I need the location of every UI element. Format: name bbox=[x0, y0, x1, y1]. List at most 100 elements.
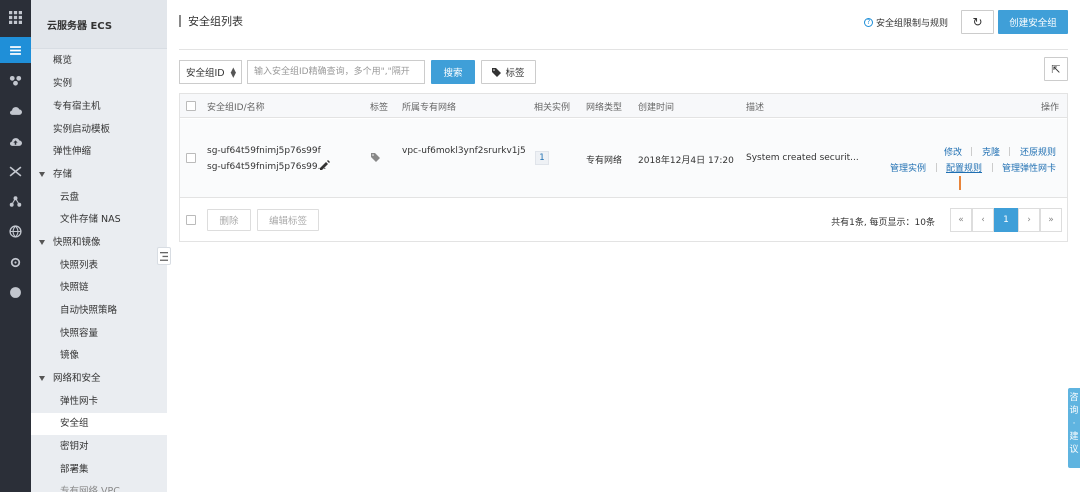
clone-link[interactable]: 克隆 bbox=[982, 145, 1000, 158]
delete-button[interactable]: 删除 bbox=[207, 209, 251, 231]
text-cursor-marker bbox=[959, 176, 961, 190]
refresh-button[interactable]: ↻ bbox=[961, 10, 994, 34]
sidebar-group-storage[interactable]: 存储 bbox=[31, 164, 167, 186]
sidebar-item-security-groups[interactable]: 安全组 bbox=[31, 413, 167, 435]
feedback-label: 咨询·建议 bbox=[1069, 393, 1079, 455]
vpc-id-link[interactable]: vpc-uf6mokl3ynf2srurkv1j5 bbox=[402, 146, 526, 156]
sidebar: 云服务器 ECS 概览 实例 专有宿主机 实例启动模板 弹性伸缩 存储 云盘 文… bbox=[31, 0, 167, 492]
restore-rules-link[interactable]: 还原规则 bbox=[1020, 145, 1056, 158]
edit-name-icon[interactable] bbox=[320, 160, 330, 170]
sidebar-item-dedicated-hosts[interactable]: 专有宿主机 bbox=[31, 96, 167, 118]
sidebar-collapse-toggle[interactable] bbox=[157, 247, 171, 265]
sidebar-item-vpc[interactable]: 专有网络 VPC bbox=[31, 481, 167, 492]
sidebar-item-deployment-sets[interactable]: 部署集 bbox=[31, 459, 167, 481]
security-group-table: 安全组ID/名称 标签 所属专有网络 相关实例 网络类型 创建时间 描述 操作 … bbox=[179, 93, 1068, 242]
cloud-upload-icon[interactable] bbox=[0, 128, 31, 154]
manage-eni-link[interactable]: 管理弹性网卡 bbox=[1002, 161, 1056, 174]
search-field-select[interactable]: 安全组ID ▲ ▼ bbox=[179, 60, 242, 84]
pager-prev-button[interactable]: ‹ bbox=[972, 208, 994, 232]
network-icon[interactable] bbox=[0, 188, 31, 214]
search-button[interactable]: 搜索 bbox=[431, 60, 475, 84]
refresh-icon: ↻ bbox=[972, 15, 983, 29]
instance-count-badge[interactable]: 1 bbox=[535, 151, 549, 165]
col-created: 创建时间 bbox=[638, 103, 675, 113]
feedback-tab[interactable]: 咨询·建议 bbox=[1068, 388, 1080, 468]
col-id-name: 安全组ID/名称 bbox=[207, 103, 265, 113]
shuffle-icon[interactable] bbox=[0, 158, 31, 184]
chevron-down-icon bbox=[39, 240, 45, 245]
sidebar-item-instances[interactable]: 实例 bbox=[31, 73, 167, 95]
modify-link[interactable]: 修改 bbox=[944, 145, 962, 158]
sidebar-group-label: 网络和安全 bbox=[53, 373, 101, 384]
manage-instances-link[interactable]: 管理实例 bbox=[890, 161, 926, 174]
security-group-id[interactable]: sg-uf64t59fnimj5p76s99f bbox=[207, 146, 321, 156]
header-divider bbox=[179, 49, 1068, 50]
chevron-updown-icon: ▲ ▼ bbox=[230, 66, 236, 79]
globe-icon[interactable] bbox=[0, 218, 31, 244]
security-group-limits-link[interactable]: ? 安全组限制与规则 bbox=[864, 16, 948, 29]
pagination-summary: 共有1条, 每页显示：10条 bbox=[831, 218, 935, 228]
table-row: sg-uf64t59fnimj5p76s99f sg-uf64t59fnimj5… bbox=[180, 119, 1067, 198]
col-network-type: 网络类型 bbox=[586, 103, 623, 113]
pager-next-button[interactable]: › bbox=[1018, 208, 1040, 232]
row-checkbox[interactable] bbox=[186, 153, 196, 163]
created-time: 2018年12月4日 17:20 bbox=[638, 156, 734, 166]
tags-icon[interactable] bbox=[371, 152, 382, 162]
export-icon: ⇱ bbox=[1051, 62, 1061, 76]
sidebar-item-disks[interactable]: 云盘 bbox=[31, 187, 167, 209]
sidebar-group-snapshots-images[interactable]: 快照和镜像 bbox=[31, 232, 167, 254]
pager-current-page[interactable]: 1 bbox=[994, 208, 1018, 232]
create-security-group-button[interactable]: 创建安全组 bbox=[998, 10, 1068, 34]
sidebar-item-snapshot-chain[interactable]: 快照链 bbox=[31, 277, 167, 299]
select-value: 安全组ID bbox=[186, 68, 225, 79]
footer-select-checkbox[interactable] bbox=[186, 215, 196, 225]
security-group-name: sg-uf64t59fnimj5p76s99... bbox=[207, 162, 327, 172]
question-icon: ? bbox=[864, 18, 873, 27]
gear-icon[interactable] bbox=[0, 249, 31, 275]
circle-icon[interactable] bbox=[0, 279, 31, 305]
network-type: 专有网络 bbox=[586, 156, 623, 166]
action-separator bbox=[1009, 147, 1010, 156]
main-content: 安全组列表 ? 安全组限制与规则 ↻ 创建安全组 安全组ID ▲▼ 搜索 标签 … bbox=[167, 0, 1080, 492]
cloud-icon[interactable] bbox=[0, 97, 31, 123]
action-separator bbox=[936, 163, 937, 172]
select-all-checkbox[interactable] bbox=[186, 101, 196, 111]
tag-filter-button[interactable]: 标签 bbox=[481, 60, 536, 84]
page-header: 安全组列表 bbox=[179, 13, 243, 29]
list-icon[interactable] bbox=[0, 37, 31, 63]
pager-first-button[interactable]: « bbox=[950, 208, 972, 232]
search-input[interactable] bbox=[247, 60, 425, 84]
icon-rail bbox=[0, 0, 31, 492]
sidebar-title: 云服务器 ECS bbox=[31, 0, 167, 49]
page-title: 安全组列表 bbox=[188, 15, 243, 28]
console-app: 云服务器 ECS 概览 实例 专有宿主机 实例启动模板 弹性伸缩 存储 云盘 文… bbox=[0, 0, 1080, 492]
chevron-down-icon bbox=[39, 376, 45, 381]
sidebar-group-label: 快照和镜像 bbox=[53, 237, 101, 248]
sidebar-item-snapshot-capacity[interactable]: 快照容量 bbox=[31, 323, 167, 345]
table-footer: 删除 编辑标签 共有1条, 每页显示：10条 « ‹ 1 › » bbox=[180, 199, 1067, 241]
export-button[interactable]: ⇱ bbox=[1044, 57, 1068, 81]
grid-menu-icon[interactable] bbox=[0, 4, 31, 30]
sidebar-group-network-security[interactable]: 网络和安全 bbox=[31, 368, 167, 390]
sidebar-item-key-pairs[interactable]: 密钥对 bbox=[31, 436, 167, 458]
action-separator bbox=[971, 147, 972, 156]
sidebar-item-auto-snapshot-policy[interactable]: 自动快照策略 bbox=[31, 300, 167, 322]
chevron-down-icon bbox=[39, 172, 45, 177]
sidebar-item-nas[interactable]: 文件存储 NAS bbox=[31, 209, 167, 231]
col-tags: 标签 bbox=[370, 103, 389, 113]
configure-rules-link[interactable]: 配置规则 bbox=[946, 161, 982, 174]
sidebar-item-eni[interactable]: 弹性网卡 bbox=[31, 391, 167, 413]
sidebar-item-overview[interactable]: 概览 bbox=[31, 50, 167, 72]
sidebar-item-images[interactable]: 镜像 bbox=[31, 345, 167, 367]
description: System created securit... bbox=[746, 153, 859, 163]
cluster-icon[interactable] bbox=[0, 67, 31, 93]
sidebar-item-snapshot-list[interactable]: 快照列表 bbox=[31, 255, 167, 277]
pager-last-button[interactable]: » bbox=[1040, 208, 1062, 232]
menu-fold-icon bbox=[160, 251, 168, 261]
sidebar-item-launch-templates[interactable]: 实例启动模板 bbox=[31, 119, 167, 141]
tag-button-label: 标签 bbox=[505, 68, 525, 79]
sidebar-item-auto-scaling[interactable]: 弹性伸缩 bbox=[31, 141, 167, 163]
edit-tags-button[interactable]: 编辑标签 bbox=[257, 209, 319, 231]
col-actions: 操作 bbox=[1040, 103, 1059, 113]
col-description: 描述 bbox=[746, 103, 765, 113]
